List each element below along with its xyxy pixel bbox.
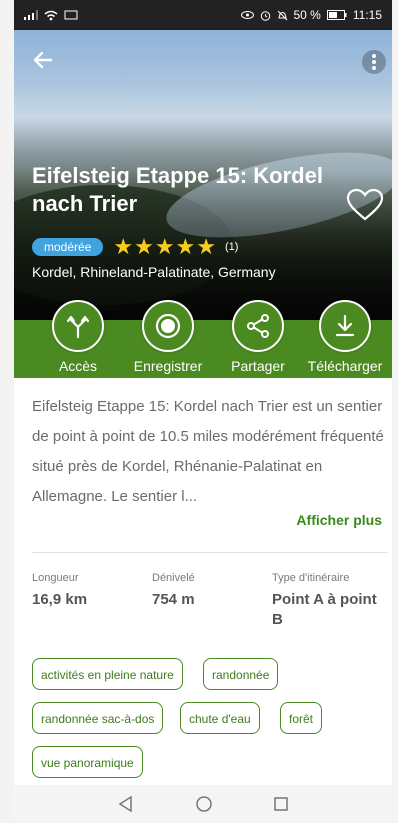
trail-description: Eifelsteig Etappe 15: Kordel nach Trier … (32, 398, 384, 505)
action-share[interactable]: Partager (213, 300, 303, 374)
tag-chip[interactable]: forêt (280, 702, 323, 734)
action-directions-label: Accès (58, 358, 98, 374)
screen-icon (64, 10, 78, 19)
show-more-link[interactable]: Afficher plus (296, 512, 382, 528)
action-record-circle[interactable] (142, 300, 194, 352)
action-download[interactable]: Télécharger (300, 300, 390, 374)
more-vertical-icon (372, 53, 376, 71)
recents-square-icon[interactable] (273, 796, 289, 812)
mute-icon (277, 10, 287, 20)
action-record-label: Enregistrer (133, 358, 203, 374)
action-share-circle[interactable] (232, 300, 284, 352)
back-triangle-icon[interactable] (117, 795, 135, 813)
more-options-button[interactable] (362, 50, 386, 74)
star-rating: ★★★★★ (113, 234, 217, 259)
stat-elevation: Dénivelé 754 m (152, 572, 252, 610)
home-circle-icon[interactable] (195, 795, 213, 813)
record-icon (155, 313, 181, 339)
action-directions-circle[interactable] (52, 300, 104, 352)
difficulty-badge: modérée (32, 238, 104, 256)
action-directions[interactable]: Accès (33, 300, 123, 374)
tag-chip[interactable]: vue panoramique (32, 746, 143, 778)
action-share-label: Partager (231, 358, 285, 374)
signal-icon (24, 10, 38, 20)
status-right: 50 % 11:15 (240, 8, 382, 22)
eye-icon (240, 11, 254, 19)
tag-chip[interactable]: activités en pleine nature (32, 658, 183, 690)
arrow-left-icon (33, 51, 53, 69)
clock: 11:15 (352, 8, 382, 22)
trail-title: Eifelsteig Etappe 15: Kordel nach Trier (32, 163, 323, 216)
stat-route-type-label: Type d'itinéraire (272, 572, 350, 584)
rating-count: (1) (225, 241, 239, 253)
stat-route-type-value: Point A à point B (272, 591, 377, 628)
status-bar: 50 % 11:15 (14, 0, 392, 30)
difficulty-rating-row: modérée ★★★★★ (1) (32, 234, 238, 260)
stat-length-value: 16,9 km (32, 591, 88, 608)
left-edge-background (0, 0, 14, 823)
stat-length-label: Longueur (32, 572, 79, 584)
share-icon (247, 314, 269, 338)
download-icon (335, 314, 355, 337)
action-download-circle[interactable] (319, 300, 371, 352)
stat-elevation-value: 754 m (152, 591, 195, 608)
status-left (24, 10, 78, 21)
right-edge-background (392, 0, 398, 823)
stat-route-type: Type d'itinéraire Point A à point B (272, 572, 390, 630)
system-navigation-bar (14, 785, 392, 823)
phone-screen: 50 % 11:15 Eifelsteig Etappe 15: Kordel … (14, 0, 392, 823)
stat-elevation-label: Dénivelé (152, 572, 195, 584)
stat-length: Longueur 16,9 km (32, 572, 132, 610)
heart-icon (346, 188, 384, 221)
back-button[interactable] (32, 48, 60, 76)
action-bar: Accès Enregistrer Partager Télécharger (14, 300, 392, 378)
wifi-icon (44, 10, 58, 20)
battery-icon (326, 10, 347, 20)
tag-chip[interactable]: randonnée sac-à-dos (32, 702, 164, 734)
action-record[interactable]: Enregistrer (123, 300, 213, 374)
alarm-icon (260, 10, 270, 21)
battery-percent: 50 % (293, 8, 321, 22)
tag-chip[interactable]: chute d'eau (180, 702, 260, 734)
action-download-label: Télécharger (307, 358, 383, 374)
section-divider (32, 552, 388, 553)
tag-chip[interactable]: randonnée (203, 658, 279, 690)
directions-icon (66, 315, 90, 339)
favorite-button[interactable] (346, 188, 384, 222)
trail-location: Kordel, Rhineland-Palatinate, Germany (32, 264, 276, 280)
